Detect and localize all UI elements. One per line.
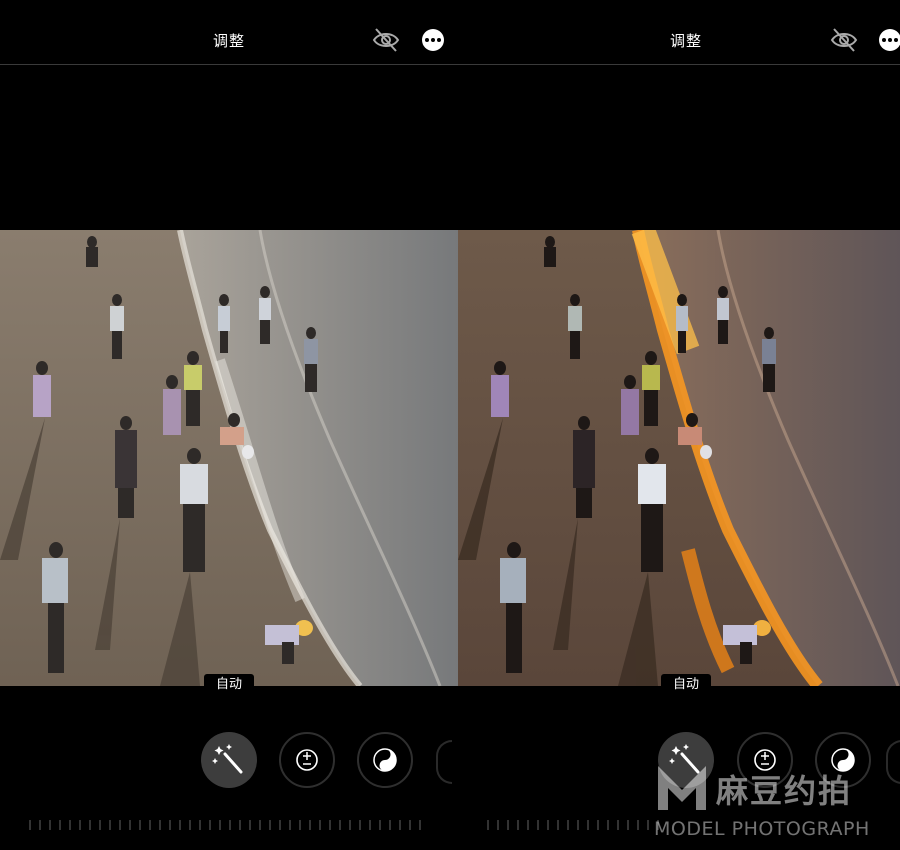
next-tool-button[interactable] [436,740,452,784]
beach-photo-original [0,230,458,686]
eye-slash-icon[interactable] [830,26,858,54]
next-tool-button[interactable] [886,740,900,784]
eye-slash-icon[interactable] [372,26,400,54]
page-title: 调整 [669,32,702,50]
contrast-button[interactable] [357,732,413,788]
exposure-button[interactable] [737,732,793,788]
yin-yang-icon [831,748,855,772]
ellipsis-icon[interactable] [422,29,444,51]
auto-adjust-label: 自动 [661,674,711,696]
right-edit-panel: 调整 自动 [458,0,900,850]
magic-wand-icon [669,744,700,774]
ellipsis-icon[interactable] [879,29,900,51]
magic-wand-icon [212,744,243,774]
adjustment-slider[interactable] [486,818,886,832]
adjustment-slider[interactable] [28,818,428,832]
auto-adjust-label: 自动 [204,674,254,696]
left-edit-panel: 调整 自动 [0,0,458,850]
exposure-button[interactable] [279,732,335,788]
header-bar: 调整 [458,0,900,65]
page-title: 调整 [212,32,245,50]
beach-photo-auto-enhanced [458,230,900,686]
header-bar: 调整 [0,0,458,65]
exposure-plus-minus-icon [754,749,776,771]
auto-enhance-button[interactable] [658,732,714,788]
auto-enhance-button[interactable] [201,732,257,788]
exposure-plus-minus-icon [296,749,318,771]
contrast-button[interactable] [815,732,871,788]
yin-yang-icon [373,748,397,772]
